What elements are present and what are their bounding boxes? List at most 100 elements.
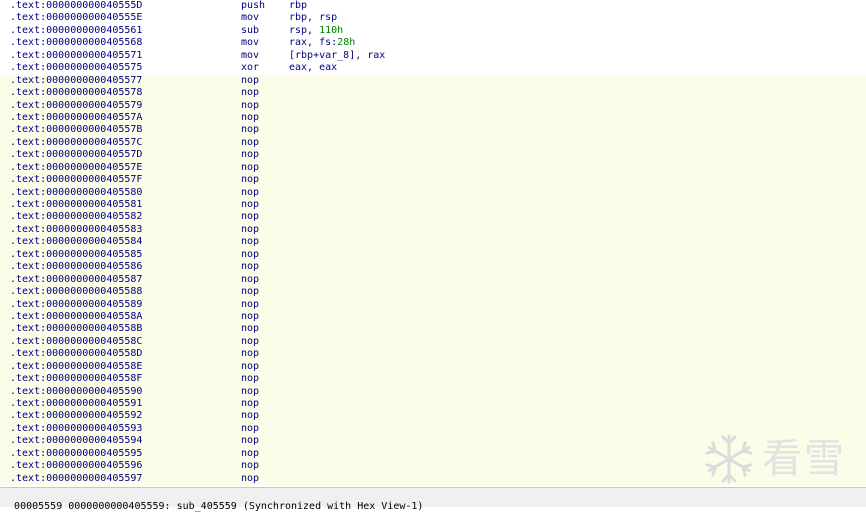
mnemonic[interactable]: nop [241, 435, 259, 447]
mnemonic[interactable]: mov [241, 37, 259, 49]
address-label[interactable]: .text:000000000040555D [10, 0, 142, 12]
operand-text[interactable]: rax, fs: [289, 37, 337, 48]
operand-text[interactable]: rbp [289, 0, 307, 11]
address-label[interactable]: .text:0000000000405588 [10, 286, 142, 298]
disasm-row[interactable]: .text:0000000000405571 mov [rbp+var_8], ra… [0, 49, 866, 63]
address-label[interactable]: .text:000000000040557D [10, 149, 142, 161]
disasm-row[interactable]: .text:000000000040555D push rbp [0, 0, 866, 13]
mnemonic[interactable]: nop [241, 323, 259, 335]
disasm-row[interactable]: .text:0000000000405578 nop [0, 87, 866, 100]
operands[interactable]: [rbp+var_8], rax [289, 50, 385, 62]
mnemonic[interactable]: nop [241, 274, 259, 286]
mnemonic[interactable]: nop [241, 149, 259, 161]
mnemonic[interactable]: nop [241, 460, 259, 472]
address-label[interactable]: .text:000000000040558B [10, 323, 142, 335]
disasm-row[interactable]: .text:000000000040558F nop [0, 373, 866, 386]
address-label[interactable]: .text:000000000040557C [10, 137, 142, 149]
address-label[interactable]: .text:000000000040558A [10, 311, 142, 323]
disasm-row[interactable]: .text:0000000000405585 nop [0, 248, 866, 262]
operand-number[interactable]: 110h [319, 25, 343, 36]
address-label[interactable]: .text:0000000000405577 [10, 75, 142, 87]
address-label[interactable]: .text:0000000000405582 [10, 211, 142, 223]
disasm-row[interactable]: .text:000000000040557A nop [0, 111, 866, 125]
mnemonic[interactable]: nop [241, 100, 259, 112]
mnemonic[interactable]: nop [241, 224, 259, 236]
disasm-row[interactable]: .text:0000000000405590 nop [0, 385, 866, 398]
mnemonic[interactable]: nop [241, 87, 259, 99]
address-label[interactable]: .text:000000000040558C [10, 336, 142, 348]
address-label[interactable]: .text:0000000000405589 [10, 299, 142, 311]
disasm-row[interactable]: .text:000000000040558E nop [0, 360, 866, 374]
mnemonic[interactable]: nop [241, 386, 259, 398]
operand-text[interactable]: [rbp+var_8], rax [289, 50, 385, 61]
mnemonic[interactable]: nop [241, 286, 259, 298]
mnemonic[interactable]: nop [241, 473, 259, 485]
mnemonic[interactable]: nop [241, 410, 259, 422]
mnemonic[interactable]: push [241, 0, 265, 12]
mnemonic[interactable]: nop [241, 124, 259, 136]
disasm-row[interactable]: .text:0000000000405589 nop [0, 298, 866, 311]
operand-number[interactable]: 28h [337, 37, 355, 48]
disasm-row[interactable]: .text:0000000000405580 nop [0, 186, 866, 199]
mnemonic[interactable]: nop [241, 398, 259, 410]
address-label[interactable]: .text:0000000000405591 [10, 398, 142, 410]
disasm-row[interactable]: .text:000000000040557E nop [0, 161, 866, 175]
disasm-row[interactable]: .text:000000000040558C nop [0, 335, 866, 349]
mnemonic[interactable]: sub [241, 25, 259, 37]
operands[interactable]: eax, eax [289, 62, 337, 74]
mnemonic[interactable]: xor [241, 62, 259, 74]
disasm-row[interactable]: .text:0000000000405587 nop [0, 273, 866, 287]
address-label[interactable]: .text:0000000000405584 [10, 236, 142, 248]
address-label[interactable]: .text:000000000040558D [10, 348, 142, 360]
mnemonic[interactable]: nop [241, 162, 259, 174]
disasm-row[interactable]: .text:000000000040557B nop [0, 124, 866, 137]
operand-text[interactable]: rbp, rsp [289, 12, 337, 23]
disasm-row[interactable]: .text:0000000000405586 nop [0, 261, 866, 274]
disasm-row[interactable]: .text:000000000040557F nop [0, 174, 866, 187]
mnemonic[interactable]: nop [241, 187, 259, 199]
operand-text[interactable]: rsp, [289, 25, 319, 36]
disasm-row[interactable]: .text:000000000040557C nop [0, 136, 866, 150]
disasm-row[interactable]: .text:000000000040558B nop [0, 323, 866, 336]
operands[interactable]: rbp, rsp [289, 12, 337, 24]
disasm-row[interactable]: .text:0000000000405568 mov rax, fs:28h [0, 37, 866, 50]
address-label[interactable]: .text:0000000000405595 [10, 448, 142, 460]
address-label[interactable]: .text:000000000040558E [10, 361, 142, 373]
mnemonic[interactable]: nop [241, 348, 259, 360]
mnemonic[interactable]: nop [241, 199, 259, 211]
disasm-row[interactable]: .text:0000000000405581 nop [0, 199, 866, 212]
disasm-row[interactable]: .text:0000000000405579 nop [0, 99, 866, 112]
mnemonic[interactable]: nop [241, 311, 259, 323]
address-label[interactable]: .text:0000000000405583 [10, 224, 142, 236]
disassembly-view[interactable]: .text:000000000040555D push rbp .text:00000… [0, 0, 866, 487]
address-label[interactable]: .text:0000000000405590 [10, 386, 142, 398]
address-label[interactable]: .text:0000000000405587 [10, 274, 142, 286]
address-label[interactable]: .text:0000000000405561 [10, 25, 142, 37]
disasm-row[interactable]: .text:0000000000405584 nop [0, 236, 866, 249]
disasm-row[interactable]: .text:0000000000405561 sub rsp, 110h [0, 24, 866, 38]
disasm-row[interactable]: .text:0000000000405582 nop [0, 211, 866, 224]
disasm-row[interactable]: .text:000000000040558D nop [0, 348, 866, 361]
disasm-row[interactable]: .text:000000000040555E mov rbp, rsp [0, 12, 866, 25]
address-label[interactable]: .text:0000000000405594 [10, 435, 142, 447]
address-label[interactable]: .text:000000000040558F [10, 373, 142, 385]
address-label[interactable]: .text:000000000040557F [10, 174, 142, 186]
mnemonic[interactable]: nop [241, 174, 259, 186]
operands[interactable]: rax, fs:28h [289, 37, 355, 49]
address-label[interactable]: .text:0000000000405586 [10, 261, 142, 273]
address-label[interactable]: .text:000000000040557E [10, 162, 142, 174]
address-label[interactable]: .text:0000000000405596 [10, 460, 142, 472]
mnemonic[interactable]: nop [241, 299, 259, 311]
mnemonic[interactable]: nop [241, 249, 259, 261]
mnemonic[interactable]: mov [241, 50, 259, 62]
address-label[interactable]: .text:0000000000405593 [10, 423, 142, 435]
mnemonic[interactable]: nop [241, 336, 259, 348]
mnemonic[interactable]: nop [241, 448, 259, 460]
address-label[interactable]: .text:0000000000405579 [10, 100, 142, 112]
disasm-row[interactable]: .text:0000000000405592 nop [0, 410, 866, 423]
address-label[interactable]: .text:0000000000405568 [10, 37, 142, 49]
address-label[interactable]: .text:0000000000405580 [10, 187, 142, 199]
operand-text[interactable]: eax, eax [289, 62, 337, 73]
address-label[interactable]: .text:0000000000405597 [10, 473, 142, 485]
address-label[interactable]: .text:0000000000405581 [10, 199, 142, 211]
